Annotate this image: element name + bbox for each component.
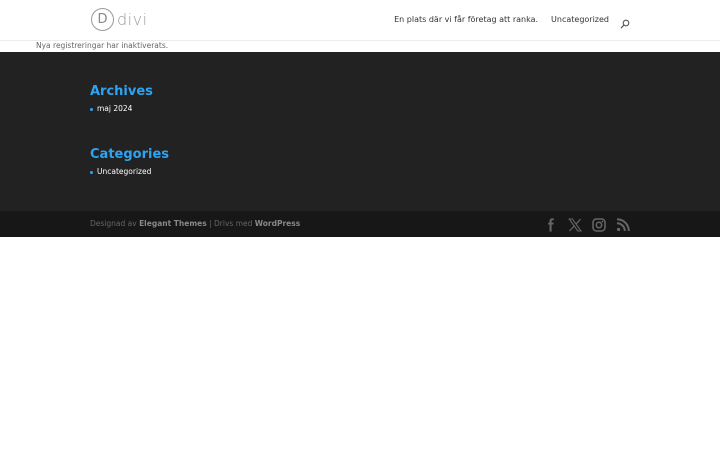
categories-list: Uncategorized xyxy=(90,167,169,177)
list-item[interactable]: maj 2024 xyxy=(90,104,153,114)
facebook-icon[interactable] xyxy=(544,217,558,232)
credit-prefix: Designad av xyxy=(90,219,137,228)
bullet-icon xyxy=(90,170,93,174)
archives-list: maj 2024 xyxy=(90,104,153,114)
logo-letter: D xyxy=(97,12,108,27)
credit-separator: | Drivs med xyxy=(209,219,253,228)
logo-text: divi xyxy=(117,10,148,29)
instagram-icon[interactable] xyxy=(592,217,606,232)
logo-mark: D xyxy=(91,8,114,31)
rss-icon[interactable] xyxy=(616,217,630,232)
social-links xyxy=(534,217,630,232)
registration-notice: Nya registreringar har inaktiverats. xyxy=(36,41,169,50)
archives-title: Archives xyxy=(90,84,153,99)
archives-widget: Archives maj 2024 xyxy=(90,84,153,114)
site-header: D divi En plats där vi får företag att r… xyxy=(0,0,720,41)
site-logo[interactable]: D divi xyxy=(91,8,148,31)
category-link[interactable]: Uncategorized xyxy=(97,167,151,177)
elegant-themes-link[interactable]: Elegant Themes xyxy=(139,219,207,228)
list-item[interactable]: Uncategorized xyxy=(90,167,169,177)
footer-credits: Designad av Elegant Themes | Drivs med W… xyxy=(90,219,300,229)
bullet-icon xyxy=(90,107,93,111)
nav-item-uncategorized[interactable]: Uncategorized xyxy=(551,15,609,24)
main-nav: En plats där vi får företag att ranka. U… xyxy=(381,14,630,29)
footer-bottom-bar: Designad av Elegant Themes | Drivs med W… xyxy=(0,211,720,237)
categories-widget: Categories Uncategorized xyxy=(90,147,169,177)
footer-widgets: Archives maj 2024 Categories Uncategoriz… xyxy=(0,52,720,211)
x-icon[interactable] xyxy=(568,217,583,232)
wordpress-link[interactable]: WordPress xyxy=(255,219,300,228)
search-icon[interactable] xyxy=(620,14,630,29)
archive-link[interactable]: maj 2024 xyxy=(97,104,132,114)
nav-item-home-tagline[interactable]: En plats där vi får företag att ranka. xyxy=(394,15,538,24)
categories-title: Categories xyxy=(90,147,170,162)
